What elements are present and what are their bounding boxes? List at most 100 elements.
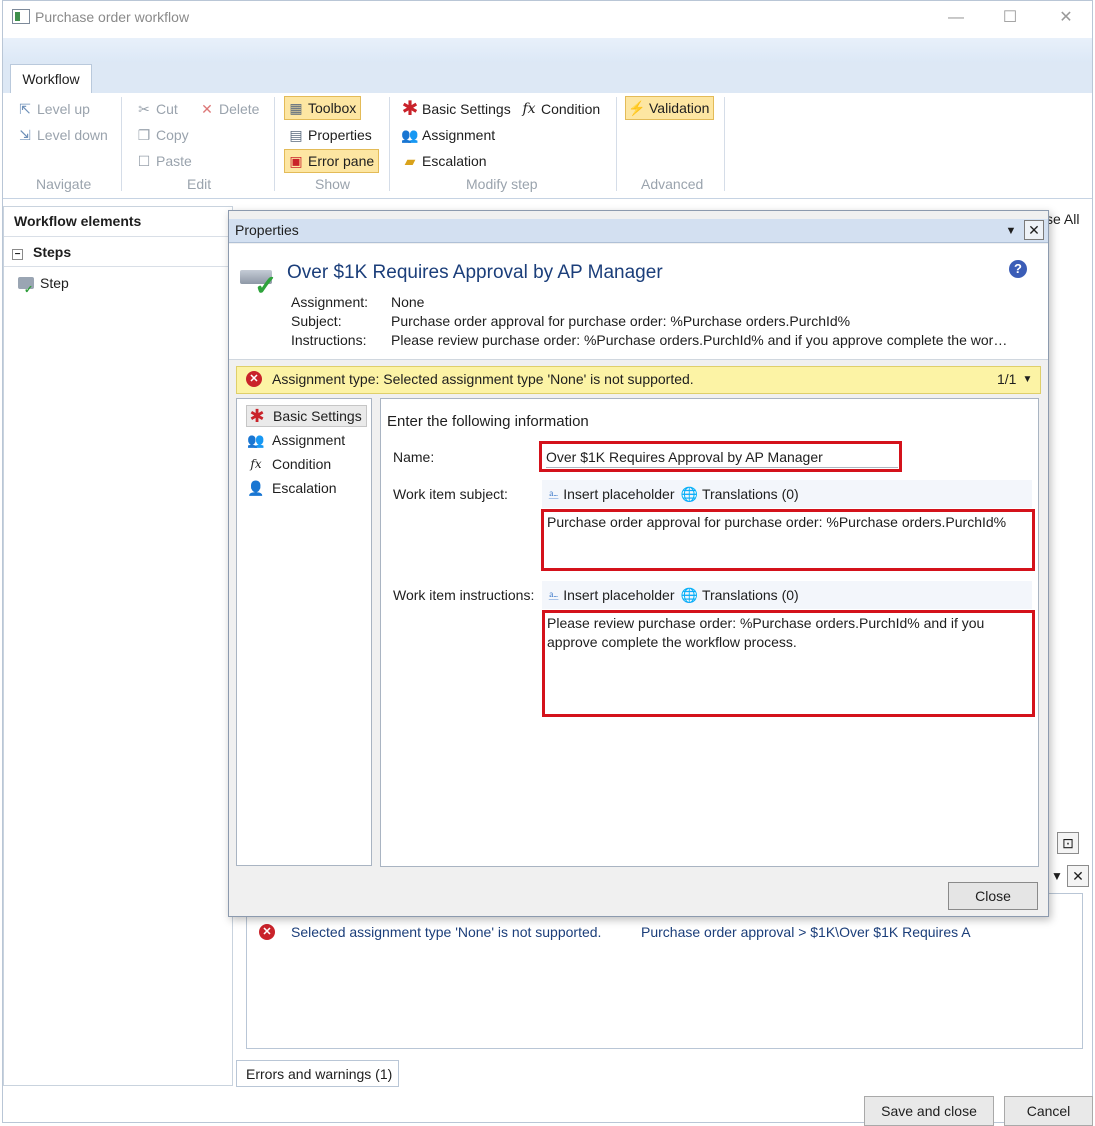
work-item-subject-label: Work item subject: [393,486,508,502]
level-up-button[interactable]: ⇱ Level up [16,97,90,121]
globe-icon: 🌐 [680,586,698,603]
meta-instructions-value: Please review purchase order: %Purchase … [391,332,1008,348]
level-down-button[interactable]: ⇲ Level down [16,123,108,147]
copy-button[interactable]: ❐ Copy [135,123,189,147]
ribbon-tab-strip [3,62,1092,94]
error-pane-close-button[interactable]: ✕ [1067,865,1089,887]
insert-placeholder-button[interactable]: ⎁ Insert placeholder [548,587,675,604]
error-pane-button[interactable]: ▣ Error pane [284,149,380,173]
error-pane-icon: ▣ [289,153,303,169]
group-label-navigate: Navigate [36,176,92,192]
dialog-title: Properties [235,222,299,238]
app-icon [12,9,30,24]
dialog-menu-dropdown[interactable]: ▼ [1003,222,1019,240]
nav-assignment[interactable]: 👥 Assignment [246,429,345,451]
restore-pane-button[interactable]: ⊡ [1057,832,1079,854]
basic-settings-label: Basic Settings [422,101,511,117]
scissors-icon: ✂ [138,101,150,117]
tab-errors-and-warnings[interactable]: Errors and warnings (1) [236,1060,399,1087]
help-icon[interactable]: ? [1009,260,1027,278]
work-item-instructions-label: Work item instructions: [393,587,535,603]
level-up-icon: ⇱ [19,101,31,117]
translations-button[interactable]: 🌐 Translations (0) [681,587,799,604]
condition-button[interactable]: fx Condition [520,97,600,121]
toolbox-button[interactable]: ▦ Toolbox [284,96,362,120]
collapse-all-link[interactable]: se All [1046,211,1079,227]
cut-label: Cut [156,101,178,117]
assignment-label: Assignment [422,127,496,143]
collapse-icon[interactable]: − [12,249,23,260]
properties-button[interactable]: ▤ Properties [287,123,372,147]
workflow-elements-header: Workflow elements [14,213,142,229]
step-icon: ✓ [18,277,34,296]
condition-label: Condition [541,101,601,117]
validation-label: Validation [649,100,710,116]
translations-label: Translations (0) [701,587,799,603]
work-item-subject-input[interactable]: Purchase order approval for purchase ord… [547,513,1029,532]
error-icon: ✕ [259,924,275,940]
dropdown-arrow-icon: ▼ [1051,869,1063,883]
panel-divider [4,236,232,237]
step-heading: Over $1K Requires Approval by AP Manager [287,262,663,283]
validation-icon: ⚡ [628,100,646,116]
subject-toolbar: ⎁ Insert placeholder 🌐 Translations (0) [542,480,1032,508]
cancel-button[interactable]: Cancel [1004,1096,1093,1126]
delete-x-icon: ✕ [201,101,213,117]
level-down-icon: ⇲ [19,127,31,143]
group-label-advanced: Advanced [641,176,704,192]
warning-counter-dropdown[interactable]: 1/1 ▼ [997,371,1032,387]
copy-icon: ❐ [137,127,151,143]
nav-basic-settings-label: Basic Settings [273,408,362,424]
properties-icon: ▤ [289,127,303,143]
insert-placeholder-button[interactable]: ⎁ Insert placeholder [548,486,675,503]
maximize-button[interactable]: ☐ [987,4,1033,32]
dialog-close-text-button[interactable]: Close [948,882,1038,910]
close-window-button[interactable]: ✕ [1043,4,1089,32]
level-down-label: Level down [37,127,108,143]
asterisk-icon: ✱ [401,98,419,120]
workflow-elements-panel [3,206,233,1086]
users-icon: 👥 [247,431,265,448]
nav-condition[interactable]: fx Condition [246,453,331,475]
error-pane-label: Error pane [308,153,375,169]
work-item-instructions-input[interactable]: Please review purchase order: %Purchase … [547,614,1017,652]
error-message: Selected assignment type 'None' is not s… [291,924,602,940]
error-path[interactable]: Purchase order approval > $1K\Over $1K R… [641,924,971,940]
translations-label: Translations (0) [701,486,799,502]
assignment-button[interactable]: 👥 Assignment [401,123,495,147]
nav-assignment-label: Assignment [272,432,346,448]
properties-label: Properties [308,127,372,143]
group-separator [616,97,617,191]
name-label: Name: [393,449,435,465]
translations-button[interactable]: 🌐 Translations (0) [681,486,799,503]
group-label-edit: Edit [187,176,212,192]
validation-button[interactable]: ⚡ Validation [625,96,715,120]
toolbox-step-item[interactable]: ✓ Step [18,275,69,296]
delete-button[interactable]: ✕ Delete [198,97,259,121]
tab-workflow[interactable]: Workflow [10,64,92,94]
escalation-icon: ▰ [404,153,416,169]
steps-tree-node[interactable]: − Steps [12,244,71,260]
group-separator [121,97,122,191]
approval-step-icon: ✓ [240,268,277,300]
panel-divider [4,266,232,267]
error-icon: ✕ [246,371,262,387]
globe-icon: 🌐 [680,485,698,502]
minimize-button[interactable]: — [933,4,979,32]
error-row[interactable]: ✕ Selected assignment type 'None' is not… [259,924,601,940]
name-input[interactable]: Over $1K Requires Approval by AP Manager [546,449,898,468]
escalation-button[interactable]: ▰ Escalation [401,149,487,173]
basic-settings-button[interactable]: ✱ Basic Settings [401,97,511,121]
paste-button[interactable]: ☐ Paste [135,149,192,173]
meta-subject-value: Purchase order approval for purchase ord… [391,313,851,329]
nav-escalation[interactable]: 👤 Escalation [246,477,336,499]
restore-icon: ⊡ [1062,835,1074,851]
warning-text: Assignment type: Selected assignment typ… [272,371,694,387]
nav-basic-settings[interactable]: ✱ Basic Settings [246,405,367,427]
error-pane-dropdown[interactable]: ▼ [1048,866,1066,886]
level-up-label: Level up [37,101,90,117]
cut-button[interactable]: ✂ Cut [135,97,178,121]
dropdown-arrow-icon: ▼ [1005,225,1017,237]
dialog-close-button[interactable]: ✕ [1024,220,1044,240]
save-and-close-button[interactable]: Save and close [864,1096,994,1126]
